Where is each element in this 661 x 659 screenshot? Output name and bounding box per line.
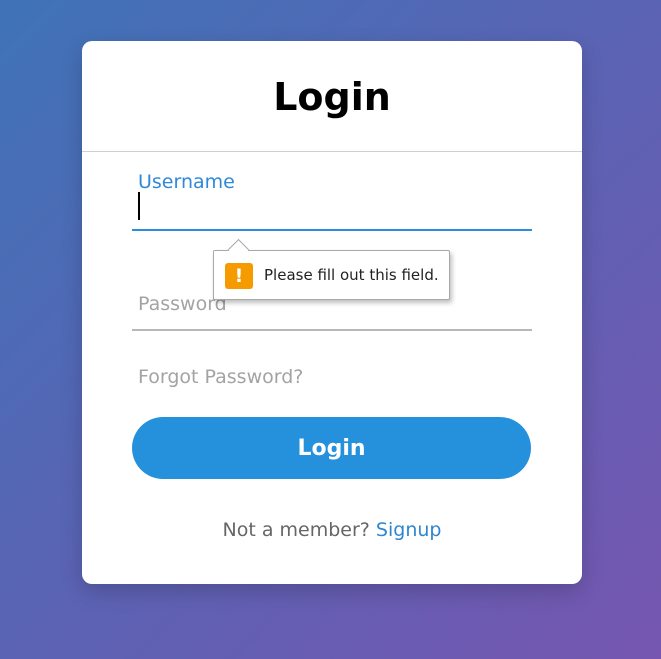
username-label: Username	[138, 171, 235, 193]
username-underline	[132, 229, 532, 231]
signup-row: Not a member? Signup	[82, 519, 582, 541]
text-caret	[138, 192, 140, 220]
page-title: Login	[273, 75, 391, 119]
password-underline	[132, 329, 532, 331]
validation-tooltip: ! Please fill out this field.	[213, 238, 450, 300]
forgot-password-link[interactable]: Forgot Password?	[138, 366, 303, 388]
signup-link[interactable]: Signup	[376, 519, 442, 541]
login-card: Login Username Password Forgot Password?…	[82, 41, 582, 584]
username-input[interactable]	[132, 191, 544, 231]
signup-prompt: Not a member?	[222, 519, 376, 541]
title-divider	[82, 151, 582, 152]
warning-icon: !	[225, 263, 253, 289]
login-button[interactable]: Login	[132, 417, 531, 479]
username-field: Username	[132, 171, 544, 233]
tooltip-message: Please fill out this field.	[264, 266, 439, 284]
